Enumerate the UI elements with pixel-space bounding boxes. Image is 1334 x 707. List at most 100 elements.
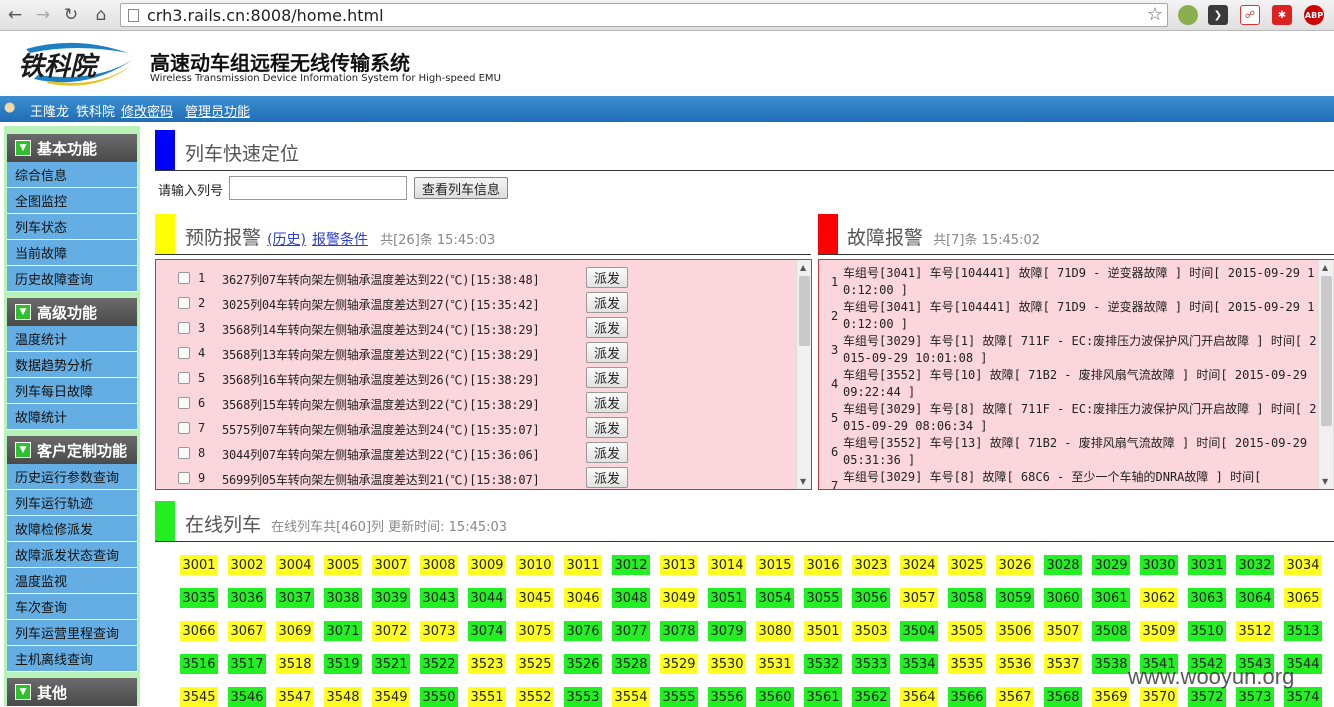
dispatch-button[interactable]: 派发 xyxy=(586,317,628,338)
train-badge[interactable]: 3045 xyxy=(516,588,554,608)
sidebar-group-header[interactable]: ▼ 高级功能 xyxy=(7,298,137,326)
extension-green-icon[interactable] xyxy=(1178,5,1198,25)
scroll-up-icon[interactable]: ▲ xyxy=(1322,263,1328,272)
train-badge[interactable]: 3501 xyxy=(804,621,842,641)
train-badge[interactable]: 3512 xyxy=(1236,621,1274,641)
train-badge[interactable]: 3031 xyxy=(1188,555,1226,575)
sidebar-item[interactable]: 主机离线查询 xyxy=(7,646,137,672)
change-password-link[interactable]: 修改密码 xyxy=(121,101,173,120)
dispatch-button[interactable]: 派发 xyxy=(586,417,628,438)
train-badge[interactable]: 3553 xyxy=(564,687,602,707)
prevention-alarm-list[interactable]: ▲ ▼ 1 3627列07车转向架左侧轴承温度差达到22(℃)[15:38:48]… xyxy=(155,259,812,490)
dispatch-button[interactable]: 派发 xyxy=(586,292,628,313)
train-badge[interactable]: 3504 xyxy=(900,621,938,641)
train-badge[interactable]: 3016 xyxy=(804,555,842,575)
train-badge[interactable]: 3560 xyxy=(756,687,794,707)
train-badge[interactable]: 3071 xyxy=(324,621,362,641)
history-link[interactable]: (历史) xyxy=(267,232,306,248)
train-badge[interactable]: 3005 xyxy=(324,555,362,575)
train-badge[interactable]: 3569 xyxy=(1092,687,1130,707)
train-badge[interactable]: 3530 xyxy=(708,654,746,674)
train-badge[interactable]: 3552 xyxy=(516,687,554,707)
train-badge[interactable]: 3004 xyxy=(276,555,314,575)
train-badge[interactable]: 3555 xyxy=(660,687,698,707)
train-badge[interactable]: 3012 xyxy=(612,555,650,575)
train-badge[interactable]: 3073 xyxy=(420,621,458,641)
train-badge[interactable]: 3028 xyxy=(1044,555,1082,575)
scroll-down-icon[interactable]: ▼ xyxy=(1322,477,1328,486)
train-badge[interactable]: 3058 xyxy=(948,588,986,608)
train-badge[interactable]: 3077 xyxy=(612,621,650,641)
train-badge[interactable]: 3517 xyxy=(228,654,266,674)
train-badge[interactable]: 3570 xyxy=(1140,687,1178,707)
sidebar-item[interactable]: 历史故障查询 xyxy=(7,266,137,292)
train-badge[interactable]: 3048 xyxy=(612,588,650,608)
sidebar-item[interactable]: 温度统计 xyxy=(7,326,137,352)
train-badge[interactable]: 3061 xyxy=(1092,588,1130,608)
train-badge[interactable]: 3549 xyxy=(372,687,410,707)
train-badge[interactable]: 3014 xyxy=(708,555,746,575)
train-badge[interactable]: 3546 xyxy=(228,687,266,707)
train-badge[interactable]: 3038 xyxy=(324,588,362,608)
train-badge[interactable]: 3554 xyxy=(612,687,650,707)
fault-scrollbar[interactable]: ▲ ▼ xyxy=(1318,260,1333,489)
collapse-toggle-icon[interactable]: ▼ xyxy=(15,684,31,700)
train-badge[interactable]: 3026 xyxy=(996,555,1034,575)
dispatch-button[interactable]: 派发 xyxy=(586,367,628,388)
train-badge[interactable]: 3023 xyxy=(852,555,890,575)
train-badge[interactable]: 3519 xyxy=(324,654,362,674)
train-badge[interactable]: 3545 xyxy=(180,687,218,707)
train-badge[interactable]: 3550 xyxy=(420,687,458,707)
train-badge[interactable]: 3561 xyxy=(804,687,842,707)
train-badge[interactable]: 3001 xyxy=(180,555,218,575)
row-checkbox[interactable] xyxy=(178,422,190,434)
train-badge[interactable]: 3069 xyxy=(276,621,314,641)
train-badge[interactable]: 3057 xyxy=(900,588,938,608)
scroll-thumb[interactable] xyxy=(1321,276,1332,426)
sidebar-item[interactable]: 故障检修派发 xyxy=(7,516,137,542)
train-badge[interactable]: 3013 xyxy=(660,555,698,575)
train-badge[interactable]: 3510 xyxy=(1188,621,1226,641)
dispatch-button[interactable]: 派发 xyxy=(586,442,628,463)
fault-alarm-list[interactable]: ▲ ▼ 1 车组号[3041] 车号[104441] 故障[ 71D9 - 逆变器… xyxy=(818,259,1334,490)
train-badge[interactable]: 3567 xyxy=(996,687,1034,707)
train-badge[interactable]: 3002 xyxy=(228,555,266,575)
reload-icon[interactable]: ↻ xyxy=(60,4,82,26)
sidebar-item[interactable]: 列车运营里程查询 xyxy=(7,620,137,646)
row-checkbox[interactable] xyxy=(178,447,190,459)
sidebar-item[interactable]: 故障统计 xyxy=(7,404,137,430)
row-checkbox[interactable] xyxy=(178,397,190,409)
train-badge[interactable]: 3043 xyxy=(420,588,458,608)
forward-icon[interactable]: → xyxy=(32,4,54,26)
train-badge[interactable]: 3538 xyxy=(1092,654,1130,674)
train-badge[interactable]: 3049 xyxy=(660,588,698,608)
train-badge[interactable]: 3522 xyxy=(420,654,458,674)
train-badge[interactable]: 3080 xyxy=(756,621,794,641)
collapse-toggle-icon[interactable]: ▼ xyxy=(15,304,31,320)
sidebar-group-header[interactable]: ▼ 客户定制功能 xyxy=(7,436,137,464)
train-badge[interactable]: 3060 xyxy=(1044,588,1082,608)
train-badge[interactable]: 3054 xyxy=(756,588,794,608)
train-badge[interactable]: 3064 xyxy=(1236,588,1274,608)
train-badge[interactable]: 3065 xyxy=(1284,588,1322,608)
train-badge[interactable]: 3536 xyxy=(996,654,1034,674)
home-icon[interactable]: ⌂ xyxy=(90,4,112,26)
sidebar-item[interactable]: 故障派发状态查询 xyxy=(7,542,137,568)
dispatch-button[interactable]: 派发 xyxy=(586,342,628,363)
train-badge[interactable]: 3059 xyxy=(996,588,1034,608)
train-badge[interactable]: 3039 xyxy=(372,588,410,608)
train-badge[interactable]: 3537 xyxy=(1044,654,1082,674)
train-badge[interactable]: 3007 xyxy=(372,555,410,575)
train-badge[interactable]: 3030 xyxy=(1140,555,1178,575)
train-badge[interactable]: 3547 xyxy=(276,687,314,707)
sidebar-item[interactable]: 列车每日故障 xyxy=(7,378,137,404)
train-badge[interactable]: 3062 xyxy=(1140,588,1178,608)
train-badge[interactable]: 3534 xyxy=(900,654,938,674)
train-badge[interactable]: 3528 xyxy=(612,654,650,674)
train-badge[interactable]: 3074 xyxy=(468,621,506,641)
train-badge[interactable]: 3506 xyxy=(996,621,1034,641)
admin-link[interactable]: 管理员功能 xyxy=(185,101,250,120)
train-badge[interactable]: 3010 xyxy=(516,555,554,575)
scroll-thumb[interactable] xyxy=(799,276,810,346)
train-badge[interactable]: 3025 xyxy=(948,555,986,575)
